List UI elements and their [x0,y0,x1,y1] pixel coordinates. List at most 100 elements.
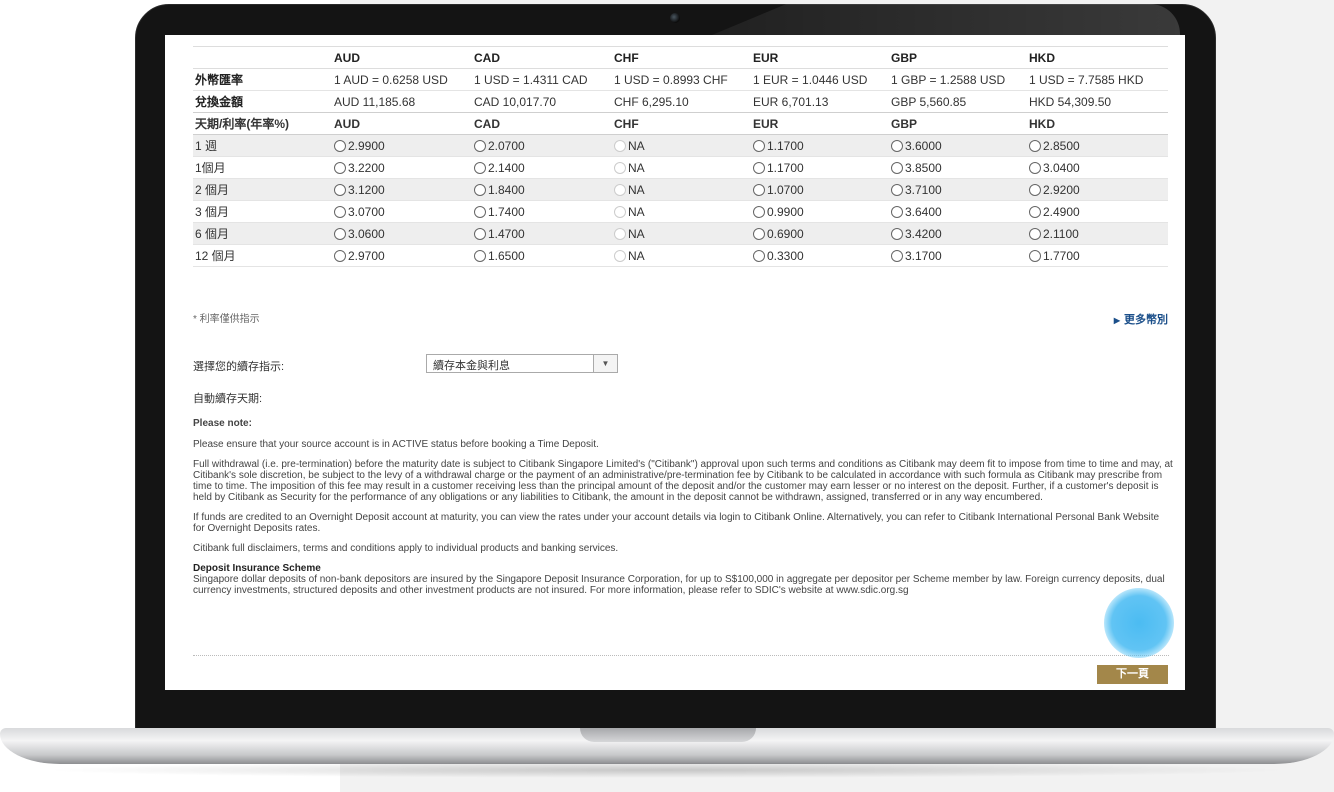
rate-option[interactable]: 3.1700 [889,244,1027,267]
rate-option[interactable]: 2.0700 [472,134,612,157]
radio-button[interactable] [1029,205,1041,218]
rate-value: 2.1400 [488,160,525,175]
radio-button[interactable] [334,139,346,152]
rate-option[interactable]: 3.1200 [332,178,472,201]
rate-option[interactable]: 3.6000 [889,134,1027,157]
header-currency: EUR [751,112,889,135]
rate-option[interactable]: 3.2200 [332,156,472,179]
radio-button[interactable] [1029,249,1041,262]
rate-option[interactable]: 3.0700 [332,200,472,223]
term-header-row: 天期/利率(年率%) AUD CAD CHF EUR GBP HKD [193,112,1168,135]
rate-option[interactable]: 1.7400 [472,200,612,223]
radio-button[interactable] [334,161,346,174]
term-rate-header: 天期/利率(年率%) [193,112,332,135]
radio-button[interactable] [753,205,765,218]
radio-button-disabled [614,249,626,262]
rate-option[interactable]: 1.0700 [751,178,889,201]
rate-option: NA [612,244,751,267]
rate-option[interactable]: 1.1700 [751,156,889,179]
rate-option: NA [612,134,751,157]
header-currency: GBP [889,112,1027,135]
radio-button[interactable] [474,183,486,196]
rate-option[interactable]: 3.4200 [889,222,1027,245]
rate-option: NA [612,156,751,179]
rate-option: NA [612,200,751,223]
note-paragraph: If funds are credited to an Overnight De… [193,512,1160,534]
rate-option[interactable]: 1.7700 [1027,244,1168,267]
amount-cell: EUR 6,701.13 [751,90,889,113]
term-label: 6 個月 [193,222,332,245]
radio-button[interactable] [1029,161,1041,174]
rate-value: 3.0700 [348,204,385,219]
rate-option[interactable]: 0.6900 [751,222,889,245]
radio-button[interactable] [753,227,765,240]
rate-option[interactable]: 1.8400 [472,178,612,201]
rate-value: 1.7400 [488,204,525,219]
rate-option[interactable]: 0.3300 [751,244,889,267]
converted-amount-row: 兌換金額 AUD 11,185.68 CAD 10,017.70 CHF 6,2… [193,90,1168,113]
rate-option[interactable]: 2.8500 [1027,134,1168,157]
note-paragraph: Citibank full disclaimers, terms and con… [193,543,619,554]
radio-button[interactable] [1029,183,1041,196]
rate-option[interactable]: 2.9700 [332,244,472,267]
chevron-down-icon[interactable]: ▼ [593,355,617,372]
radio-button[interactable] [474,205,486,218]
rate-value: 2.1100 [1043,226,1079,241]
rate-value: 3.2200 [348,160,385,175]
radio-button[interactable] [474,161,486,174]
rate-option[interactable]: 1.1700 [751,134,889,157]
radio-button[interactable] [753,249,765,262]
radio-button[interactable] [334,227,346,240]
more-currencies-link[interactable]: ▶ 更多幣別 [1114,311,1168,327]
radio-button[interactable] [334,183,346,196]
header-blank [193,46,332,69]
notes-heading: Please note: [193,418,252,429]
radio-button[interactable] [891,183,903,196]
rate-value: 3.6000 [905,138,942,153]
radio-button[interactable] [753,183,765,196]
radio-button[interactable] [334,205,346,218]
radio-button[interactable] [474,227,486,240]
radio-button[interactable] [891,161,903,174]
rate-option[interactable]: 2.1100 [1027,222,1168,245]
rate-option: NA [612,222,751,245]
amount-cell: CAD 10,017.70 [472,90,612,113]
fx-rate-label: 外幣匯率 [193,68,332,91]
rollover-instruction-select[interactable]: 續存本金與利息 ▼ [426,354,618,373]
rate-option[interactable]: 2.4900 [1027,200,1168,223]
rate-option[interactable]: 3.8500 [889,156,1027,179]
radio-button[interactable] [753,139,765,152]
rate-value: 0.6900 [767,226,804,241]
radio-button[interactable] [1029,139,1041,152]
rate-value: 2.4900 [1043,204,1080,219]
section-divider [193,655,1169,656]
term-label: 2 個月 [193,178,332,201]
fx-rate-cell: 1 USD = 1.4311 CAD [472,68,612,91]
radio-button[interactable] [1029,227,1041,240]
radio-button[interactable] [334,249,346,262]
rate-option[interactable]: 3.0600 [332,222,472,245]
radio-button[interactable] [753,161,765,174]
rate-value: 3.1700 [905,248,942,263]
rate-option[interactable]: 3.6400 [889,200,1027,223]
radio-button[interactable] [891,139,903,152]
rate-option[interactable]: 1.4700 [472,222,612,245]
rate-option[interactable]: 2.1400 [472,156,612,179]
header-currency: CHF [612,112,751,135]
radio-button[interactable] [891,227,903,240]
notes-section: Please note: Please ensure that your sou… [193,418,1173,605]
next-page-button[interactable]: 下一頁 [1097,665,1168,684]
rate-option[interactable]: 2.9200 [1027,178,1168,201]
rate-option[interactable]: 3.0400 [1027,156,1168,179]
rate-value: NA [628,160,645,175]
radio-button[interactable] [891,205,903,218]
header-currency: GBP [889,46,1027,69]
radio-button[interactable] [474,249,486,262]
laptop-shadow [40,762,1294,778]
rate-option[interactable]: 1.6500 [472,244,612,267]
rate-option[interactable]: 3.7100 [889,178,1027,201]
radio-button[interactable] [474,139,486,152]
radio-button[interactable] [891,249,903,262]
rate-option[interactable]: 2.9900 [332,134,472,157]
rate-option[interactable]: 0.9900 [751,200,889,223]
